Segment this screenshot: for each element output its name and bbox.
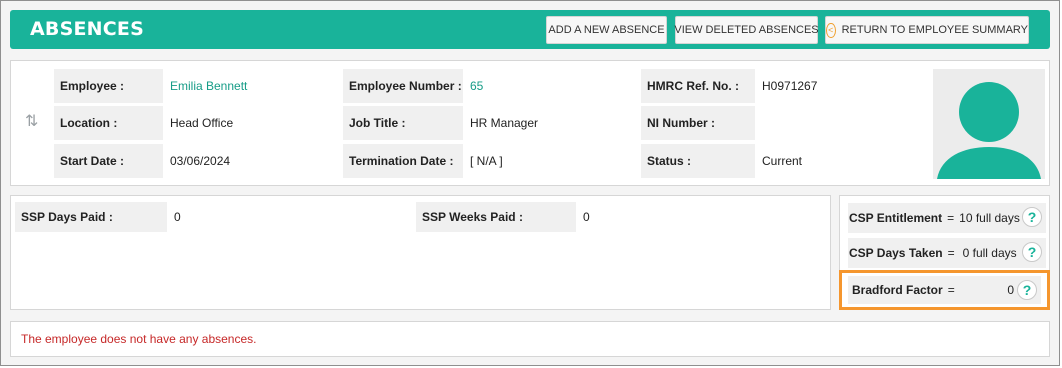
ssp-weeks-paid-value: 0 xyxy=(583,210,590,224)
bradford-factor-highlight: Bradford Factor = 0 ? xyxy=(839,270,1050,310)
add-absence-button[interactable]: ADD A NEW ABSENCE xyxy=(546,16,667,44)
ssp-days-paid-label: SSP Days Paid : xyxy=(15,202,167,232)
view-deleted-absences-button[interactable]: VIEW DELETED ABSENCES xyxy=(674,16,819,44)
csp-days-taken-value: 0 full days xyxy=(962,246,1017,260)
location-label: Location : xyxy=(54,106,163,140)
sort-icon[interactable]: ⇅ xyxy=(25,111,38,131)
job-title-label: Job Title : xyxy=(343,106,463,140)
location-value: Head Office xyxy=(170,116,234,130)
employee-number-label: Employee Number : xyxy=(343,69,463,103)
equals-sign: = xyxy=(947,283,955,297)
ssp-panel: SSP Days Paid : 0 SSP Weeks Paid : 0 xyxy=(10,195,831,310)
csp-days-taken-row: CSP Days Taken = 0 full days ? xyxy=(848,238,1046,268)
return-to-summary-button[interactable]: < RETURN TO EMPLOYEE SUMMARY xyxy=(825,16,1029,44)
bradford-factor-label: Bradford Factor xyxy=(852,283,943,297)
employee-details-panel: ⇅ Employee : Emilia Bennett Employee Num… xyxy=(10,60,1050,186)
employee-number-link[interactable]: 65 xyxy=(463,69,638,103)
employee-label: Employee : xyxy=(54,69,163,103)
bradford-factor-row: Bradford Factor = 0 ? xyxy=(848,276,1041,304)
job-title-value: HR Manager xyxy=(470,116,539,130)
header-bar: ABSENCES ADD A NEW ABSENCE VIEW DELETED … xyxy=(10,10,1050,49)
help-icon[interactable]: ? xyxy=(1017,280,1037,300)
page-title: ABSENCES xyxy=(30,18,144,40)
no-absences-message: The employee does not have any absences. xyxy=(10,321,1050,357)
start-date-label: Start Date : xyxy=(54,144,163,178)
avatar[interactable] xyxy=(933,69,1045,179)
help-icon[interactable]: ? xyxy=(1022,242,1042,262)
page-frame: ABSENCES ADD A NEW ABSENCE VIEW DELETED … xyxy=(0,0,1060,366)
status-label: Status : xyxy=(641,144,755,178)
hmrc-label: HMRC Ref. No. : xyxy=(641,69,755,103)
help-icon[interactable]: ? xyxy=(1022,207,1042,227)
avatar-icon xyxy=(937,82,1041,179)
equals-sign: = xyxy=(947,246,955,260)
termination-date-value: [ N/A ] xyxy=(470,154,503,168)
termination-date-label: Termination Date : xyxy=(343,144,463,178)
ssp-days-paid-value: 0 xyxy=(174,210,181,224)
equals-sign: = xyxy=(947,211,955,225)
ssp-weeks-paid-label: SSP Weeks Paid : xyxy=(416,202,576,232)
status-value: Current xyxy=(762,154,803,168)
csp-entitlement-value: 10 full days xyxy=(959,211,1020,225)
ni-number-value xyxy=(755,106,930,140)
csp-days-taken-label: CSP Days Taken xyxy=(849,246,943,260)
start-date-value: 03/06/2024 xyxy=(170,154,231,168)
back-arrow-icon: < xyxy=(826,22,836,38)
employee-name-link[interactable]: Emilia Bennett xyxy=(163,69,343,103)
bradford-factor-value: 0 xyxy=(1007,283,1014,297)
return-to-summary-label: RETURN TO EMPLOYEE SUMMARY xyxy=(841,24,1028,36)
hmrc-value: H0971267 xyxy=(762,79,818,93)
csp-entitlement-label: CSP Entitlement xyxy=(849,211,943,225)
csp-entitlement-row: CSP Entitlement = 10 full days ? xyxy=(848,203,1046,233)
ni-number-label: NI Number : xyxy=(641,106,755,140)
